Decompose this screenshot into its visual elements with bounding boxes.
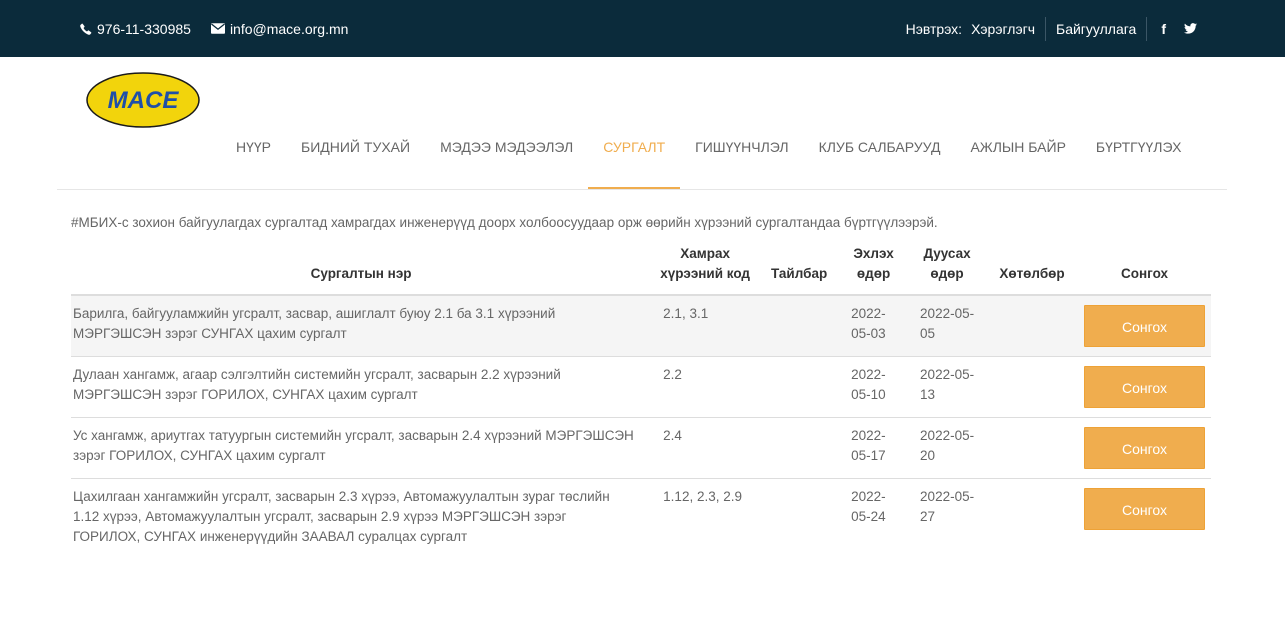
scope-code: 2.4 <box>651 417 760 479</box>
envelope-icon <box>210 23 225 34</box>
email-address[interactable]: info@mace.org.mn <box>230 21 348 37</box>
email-contact[interactable]: info@mace.org.mn <box>210 21 348 37</box>
nav-item-4[interactable]: ГИШҮҮНЧЛЭЛ <box>680 105 803 189</box>
mace-logo[interactable]: MACE <box>86 72 202 128</box>
main-navigation: НҮҮР БИДНИЙ ТУХАЙ МЭДЭЭ МЭДЭЭЛЭЛ СУРГАЛТ ГИШ… <box>221 105 1196 189</box>
note <box>759 356 840 418</box>
nav-item-5[interactable]: КЛУБ САЛБАРУУД <box>804 105 956 189</box>
select-cell: Сонгох <box>1077 417 1211 479</box>
phone-number: 976-11-330985 <box>97 20 191 37</box>
note <box>759 294 840 357</box>
facebook-icon[interactable]: f <box>1161 21 1166 37</box>
start-date: 2022-05-03 <box>839 294 909 357</box>
start-date: 2022-05-10 <box>839 356 909 418</box>
table-row: Дулаан хангамж, агаар сэлгэлтийн системи… <box>71 356 1211 418</box>
select-cell: Сонгох <box>1077 356 1211 418</box>
training-name: Барилга, байгууламжийн угсралт, засвар, … <box>71 294 652 357</box>
separator <box>1045 16 1047 41</box>
header-name: Сургалтын нэр <box>310 266 412 281</box>
logo-image: MACE <box>86 72 200 128</box>
note <box>759 417 840 479</box>
table-row: Цахилгаан хангамжийн угсралт, засварын 2… <box>71 478 1211 556</box>
top-bar: 976-11-330985 info@mace.org.mn Нэвтрэх: … <box>0 0 1285 57</box>
table-row: Барилга, байгууламжийн угсралт, засвар, … <box>71 294 1211 357</box>
start-date: 2022-05-17 <box>839 417 909 479</box>
header-note: Тайлбар <box>770 266 828 281</box>
start-date: 2022-05-24 <box>839 478 909 556</box>
end-date: 2022-05-13 <box>908 356 986 418</box>
table-header-row: Сургалтын нэр Хамрах хүрээний код Тайлба… <box>71 240 1211 295</box>
twitter-icon[interactable] <box>1184 21 1197 37</box>
login-label: Нэвтрэх: <box>905 20 963 37</box>
program <box>986 294 1078 357</box>
header-start: Эхлэх өдөр <box>853 246 894 281</box>
scope-code: 1.12, 2.3, 2.9 <box>651 478 760 556</box>
login-links: Нэвтрэх: Хэрэглэгч Байгууллага f <box>906 0 1197 57</box>
program <box>986 417 1078 479</box>
training-name: Дулаан хангамж, агаар сэлгэлтийн системи… <box>71 356 652 418</box>
header-program: Хөтөлбөр <box>999 266 1065 281</box>
end-date: 2022-05-05 <box>908 294 986 357</box>
training-name: Цахилгаан хангамжийн угсралт, засварын 2… <box>71 478 652 556</box>
header-divider <box>57 189 1227 190</box>
note <box>759 478 840 556</box>
select-button[interactable]: Сонгох <box>1083 427 1205 469</box>
select-button[interactable]: Сонгох <box>1083 488 1205 530</box>
select-button[interactable]: Сонгох <box>1083 366 1205 408</box>
select-button[interactable]: Сонгох <box>1083 305 1205 347</box>
program <box>986 478 1078 556</box>
nav-item-0[interactable]: НҮҮР <box>221 105 286 189</box>
organization-login-link[interactable]: Байгууллага <box>1056 21 1136 37</box>
header-code: Хамрах хүрээний код <box>660 246 750 281</box>
training-name: Ус хангамж, ариутгах татуургын системийн… <box>71 417 652 479</box>
phone-icon <box>80 23 92 35</box>
separator <box>1146 16 1148 41</box>
nav-item-7[interactable]: БҮРТГҮҮЛЭХ <box>1081 105 1197 189</box>
user-login-link[interactable]: Хэрэглэгч <box>971 21 1035 37</box>
scope-code: 2.2 <box>651 356 760 418</box>
table-row: Ус хангамж, ариутгах татуургын системийн… <box>71 417 1211 479</box>
select-cell: Сонгох <box>1077 294 1211 357</box>
select-cell: Сонгох <box>1077 478 1211 556</box>
scope-code: 2.1, 3.1 <box>651 294 760 357</box>
phone-contact: 976-11-330985 <box>80 21 191 37</box>
end-date: 2022-05-20 <box>908 417 986 479</box>
header-end: Дуусах өдөр <box>923 246 971 281</box>
training-table: Сургалтын нэр Хамрах хүрээний код Тайлба… <box>71 240 1211 556</box>
program <box>986 356 1078 418</box>
nav-item-3[interactable]: СУРГАЛТ <box>588 105 681 189</box>
end-date: 2022-05-27 <box>908 478 986 556</box>
header-select: Сонгох <box>1120 266 1168 281</box>
contact-info: 976-11-330985 info@mace.org.mn <box>80 0 348 57</box>
nav-item-6[interactable]: АЖЛЫН БАЙР <box>955 105 1080 189</box>
nav-item-1[interactable]: БИДНИЙ ТУХАЙ <box>286 105 425 189</box>
intro-text: #МБИХ-с зохион байгуулагдах сургалтад ха… <box>71 215 938 230</box>
nav-item-2[interactable]: МЭДЭЭ МЭДЭЭЛЭЛ <box>425 105 588 189</box>
logo-text: MACE <box>108 87 180 114</box>
